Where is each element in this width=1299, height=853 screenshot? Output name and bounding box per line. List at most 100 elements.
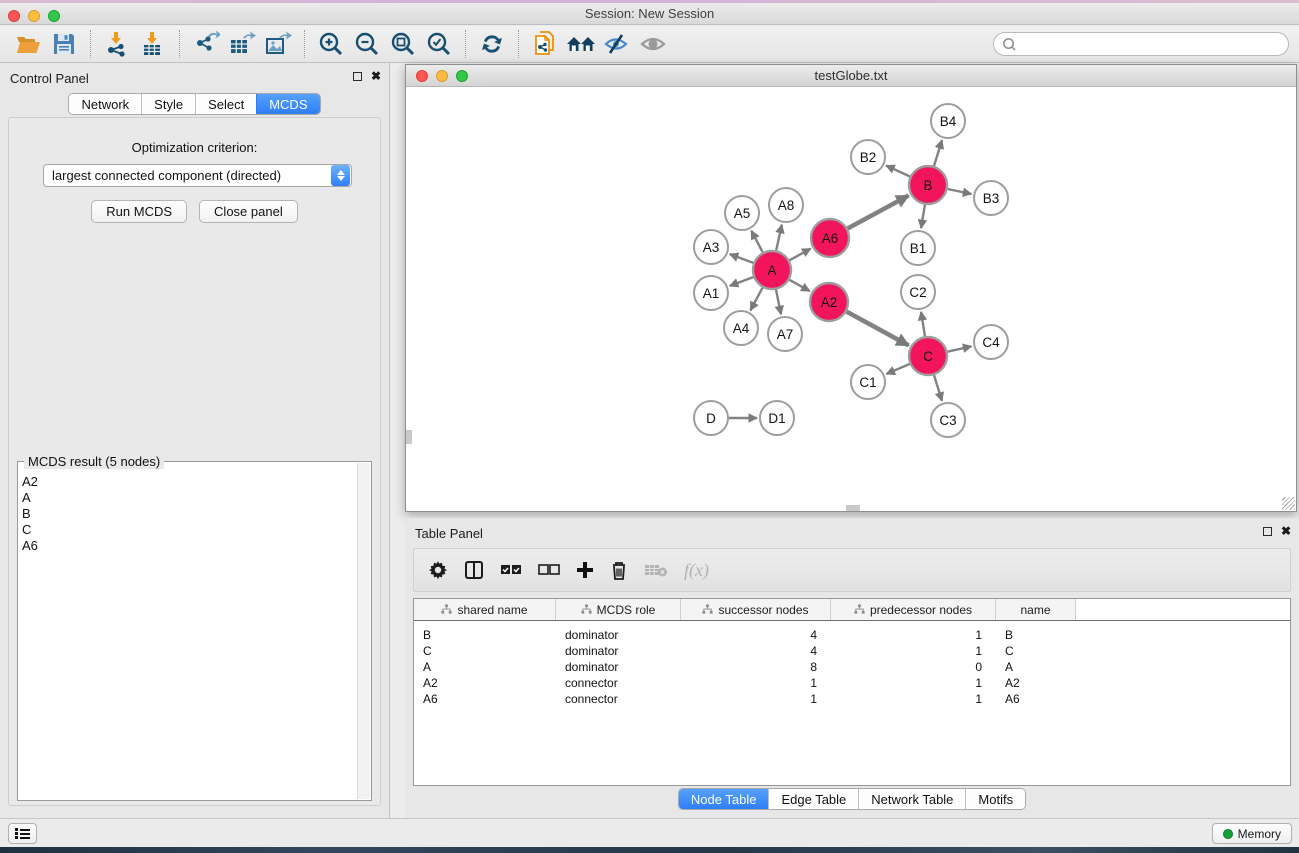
export-image-icon[interactable] xyxy=(260,28,296,60)
zoom-out-icon[interactable] xyxy=(349,28,385,60)
close-window-button[interactable] xyxy=(8,10,20,22)
table-row[interactable]: Bdominator41B xyxy=(414,627,1290,643)
zoom-in-icon[interactable] xyxy=(313,28,349,60)
search-field[interactable] xyxy=(993,32,1289,56)
node-A1[interactable]: A1 xyxy=(694,276,728,310)
tab-edge-table[interactable]: Edge Table xyxy=(768,789,858,809)
delete-column-icon[interactable] xyxy=(610,555,628,585)
zoom-fit-icon[interactable] xyxy=(385,28,421,60)
network-window-titlebar[interactable]: testGlobe.txt xyxy=(406,65,1296,87)
zoom-window-button[interactable] xyxy=(48,10,60,22)
node-C4[interactable]: C4 xyxy=(974,325,1008,359)
save-session-icon[interactable] xyxy=(46,28,82,60)
column-chooser-icon[interactable] xyxy=(464,555,484,585)
edge-A-A2[interactable] xyxy=(789,280,809,291)
import-network-icon[interactable] xyxy=(99,28,135,60)
node-D[interactable]: D xyxy=(694,401,728,435)
node-D1[interactable]: D1 xyxy=(760,401,794,435)
edge-C-C4[interactable] xyxy=(948,346,972,351)
edge-A-A4[interactable] xyxy=(750,288,762,311)
edge-B-B4[interactable] xyxy=(934,140,942,166)
edge-A-A1[interactable] xyxy=(730,277,754,286)
visibility-off-icon[interactable] xyxy=(599,28,635,60)
open-file-icon[interactable] xyxy=(10,28,46,60)
edge-A-A8[interactable] xyxy=(776,225,782,251)
result-list-item[interactable]: A6 xyxy=(22,538,355,554)
node-B2[interactable]: B2 xyxy=(851,140,885,174)
result-list-item[interactable]: C xyxy=(22,522,355,538)
node-A6[interactable]: A6 xyxy=(811,219,849,257)
minimize-window-button[interactable] xyxy=(28,10,40,22)
edge-A-A6[interactable] xyxy=(790,249,811,261)
node-A8[interactable]: A8 xyxy=(769,188,803,222)
table-row[interactable]: Cdominator41C xyxy=(414,643,1290,659)
close-network-button[interactable] xyxy=(416,70,428,82)
mcds-result-list[interactable]: A2ABCA6 xyxy=(22,466,355,798)
node-B[interactable]: B xyxy=(909,166,947,204)
result-list-item[interactable]: A xyxy=(22,490,355,506)
tab-style[interactable]: Style xyxy=(141,94,195,114)
minimize-network-button[interactable] xyxy=(436,70,448,82)
search-input[interactable] xyxy=(1017,34,1288,54)
task-history-button[interactable] xyxy=(8,823,37,844)
optimization-criterion-dropdown[interactable]: largest connected component (directed) xyxy=(43,164,352,187)
node-A5[interactable]: A5 xyxy=(725,196,759,230)
table-row[interactable]: Adominator80A xyxy=(414,659,1290,675)
visibility-icon[interactable] xyxy=(635,28,671,60)
node-B4[interactable]: B4 xyxy=(931,104,965,138)
result-scrollbar[interactable] xyxy=(357,463,370,799)
column-header-name[interactable]: name xyxy=(996,599,1076,620)
column-header-shared-name[interactable]: shared name xyxy=(414,599,556,620)
tab-node-table[interactable]: Node Table xyxy=(679,789,769,809)
deselect-all-icon[interactable] xyxy=(538,555,560,585)
column-header-MCDS-role[interactable]: MCDS role xyxy=(556,599,681,620)
vertical-scroll-thumb[interactable] xyxy=(406,430,412,444)
float-panel-icon[interactable] xyxy=(353,72,362,81)
node-A2[interactable]: A2 xyxy=(810,283,848,321)
export-network-icon[interactable] xyxy=(188,28,224,60)
export-table-icon[interactable] xyxy=(224,28,260,60)
add-column-icon[interactable] xyxy=(576,555,594,585)
node-C1[interactable]: C1 xyxy=(851,365,885,399)
node-A4[interactable]: A4 xyxy=(724,311,758,345)
edge-B-B3[interactable] xyxy=(948,189,972,194)
node-A3[interactable]: A3 xyxy=(694,230,728,264)
close-table-panel-icon[interactable]: ✖ xyxy=(1281,526,1291,536)
node-B3[interactable]: B3 xyxy=(974,181,1008,215)
table-settings-icon[interactable] xyxy=(428,555,448,585)
node-A7[interactable]: A7 xyxy=(768,317,802,351)
resize-grip[interactable] xyxy=(1282,497,1295,510)
node-C2[interactable]: C2 xyxy=(901,275,935,309)
zoom-selected-icon[interactable] xyxy=(421,28,457,60)
tab-network-table[interactable]: Network Table xyxy=(858,789,965,809)
edge-A-A3[interactable] xyxy=(730,254,754,263)
edge-A-A7[interactable] xyxy=(776,290,781,315)
refresh-view-icon[interactable] xyxy=(474,28,510,60)
edge-C-C1[interactable] xyxy=(886,364,909,374)
edge-B-B1[interactable] xyxy=(921,205,925,228)
node-A[interactable]: A xyxy=(753,251,791,289)
column-header-successor-nodes[interactable]: successor nodes xyxy=(681,599,831,620)
node-B1[interactable]: B1 xyxy=(901,231,935,265)
import-table-icon[interactable] xyxy=(135,28,171,60)
select-all-icon[interactable] xyxy=(500,555,522,585)
zoom-network-button[interactable] xyxy=(456,70,468,82)
network-graph[interactable]: B4B2BB3A8A5A6A3B1AA1C2A2A4A7C4CC1C3DD1 xyxy=(406,87,1296,511)
tab-network[interactable]: Network xyxy=(69,94,141,114)
edge-A-A5[interactable] xyxy=(751,231,762,253)
tab-motifs[interactable]: Motifs xyxy=(965,789,1025,809)
horizontal-scroll-thumb[interactable] xyxy=(846,505,860,511)
column-header-predecessor-nodes[interactable]: predecessor nodes xyxy=(831,599,996,620)
tab-mcds[interactable]: MCDS xyxy=(256,94,319,114)
node-C3[interactable]: C3 xyxy=(931,403,965,437)
network-canvas[interactable]: B4B2BB3A8A5A6A3B1AA1C2A2A4A7C4CC1C3DD1 xyxy=(406,87,1296,511)
memory-button[interactable]: Memory xyxy=(1212,823,1292,844)
home-icon[interactable] xyxy=(563,28,599,60)
run-mcds-button[interactable]: Run MCDS xyxy=(91,200,187,223)
result-list-item[interactable]: A2 xyxy=(22,474,355,490)
edge-C-C3[interactable] xyxy=(934,375,942,401)
edge-C-C2[interactable] xyxy=(921,312,925,336)
edge-A2-C[interactable] xyxy=(847,312,909,346)
tab-select[interactable]: Select xyxy=(195,94,256,114)
edge-B-B2[interactable] xyxy=(886,166,910,177)
